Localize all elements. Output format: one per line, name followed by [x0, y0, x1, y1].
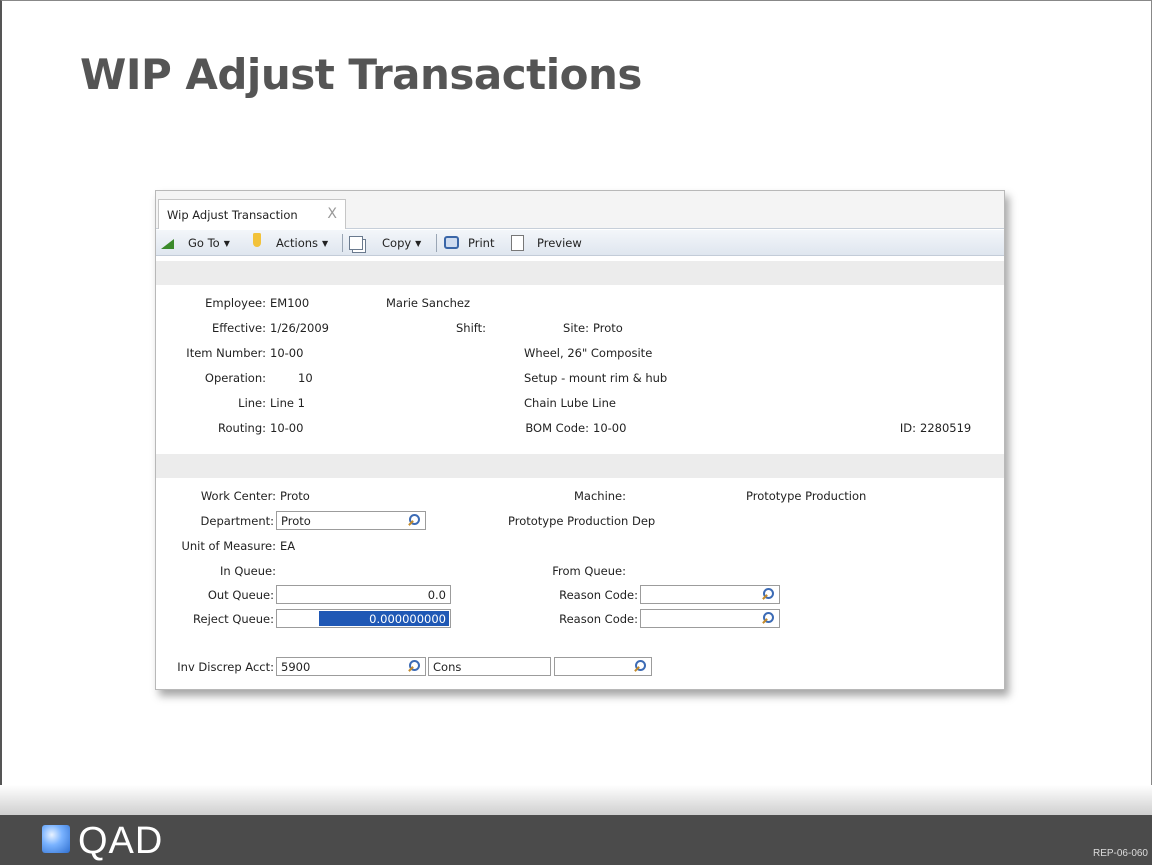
- chevron-down-icon: ▼: [223, 239, 230, 248]
- reason-code-label: Reason Code:: [559, 588, 638, 602]
- go-to-icon: [161, 239, 174, 249]
- search-icon[interactable]: [633, 659, 647, 673]
- qad-logo-icon: [42, 825, 70, 853]
- employee-name: Marie Sanchez: [386, 296, 470, 310]
- print-icon: [444, 236, 459, 249]
- inv-discrep-sub-value: Cons: [433, 660, 462, 674]
- shift-label: Shift:: [455, 321, 486, 335]
- slide-reference: REP-06-060: [1092, 848, 1148, 859]
- tab-label: Wip Adjust Transaction: [167, 208, 298, 222]
- qad-logo-text: QAD: [78, 820, 164, 862]
- print-button[interactable]: Print: [468, 236, 494, 250]
- inv-discrep-acct-value: 5900: [281, 660, 311, 674]
- header-band: [156, 261, 1004, 285]
- preview-icon: [511, 235, 524, 251]
- wip-adjust-window: Wip Adjust Transaction X Go To ▼ Actions ▼…: [155, 190, 1005, 690]
- actions-icon: [253, 233, 261, 247]
- tab-wip-adjust-transaction[interactable]: Wip Adjust Transaction X: [158, 199, 346, 229]
- go-to-label: Go To: [188, 236, 220, 250]
- search-icon[interactable]: [407, 659, 421, 673]
- inv-discrep-sub-field[interactable]: Cons: [428, 657, 551, 676]
- copy-button[interactable]: Copy ▼: [382, 236, 421, 250]
- work-center-label: Work Center:: [200, 489, 276, 503]
- reason-code-field-2[interactable]: [640, 609, 780, 628]
- close-icon[interactable]: X: [327, 206, 337, 222]
- id-label: ID:: [899, 421, 916, 435]
- toolbar-separator: [342, 234, 343, 252]
- machine-description: Prototype Production: [746, 489, 867, 503]
- chevron-down-icon: ▼: [322, 239, 329, 248]
- site-value: Proto: [593, 321, 623, 335]
- reject-queue-field[interactable]: 0.000000000: [276, 609, 451, 628]
- out-queue-label: Out Queue:: [207, 588, 274, 602]
- employee-value: EM100: [270, 296, 310, 310]
- unit-of-measure-value: EA: [280, 539, 296, 553]
- out-queue-value: 0.0: [427, 588, 446, 602]
- employee-label: Employee:: [205, 296, 266, 310]
- detail-band: [156, 454, 1004, 478]
- footer-bar: QAD REP-06-060: [0, 815, 1152, 865]
- inv-discrep-acct-label: Inv Discrep Acct:: [177, 660, 274, 674]
- search-icon[interactable]: [407, 513, 421, 527]
- toolbar-separator: [436, 234, 437, 252]
- site-label: Site:: [563, 321, 589, 335]
- out-queue-field[interactable]: 0.0: [276, 585, 451, 604]
- id-value: 2280519: [920, 421, 972, 435]
- from-queue-label: From Queue:: [552, 564, 626, 578]
- inv-discrep-acct-field[interactable]: 5900: [276, 657, 426, 676]
- department-label: Department:: [200, 514, 274, 528]
- item-number-value: 10-00: [270, 346, 304, 360]
- bom-code-value: 10-00: [593, 421, 627, 435]
- routing-label: Routing:: [218, 421, 266, 435]
- effective-value: 1/26/2009: [270, 321, 329, 335]
- footer-gradient: [0, 785, 1152, 815]
- reject-queue-value: 0.000000000: [319, 611, 449, 626]
- copy-icon: [349, 236, 363, 250]
- machine-label: Machine:: [573, 489, 626, 503]
- line-description: Chain Lube Line: [524, 396, 616, 410]
- actions-button[interactable]: Actions ▼: [276, 236, 328, 250]
- unit-of-measure-label: Unit of Measure:: [181, 539, 276, 553]
- slide-title: WIP Adjust Transactions: [80, 50, 642, 99]
- in-queue-label: In Queue:: [220, 564, 276, 578]
- department-description: Prototype Production Dep: [508, 514, 656, 528]
- bom-code-label: BOM Code:: [525, 421, 589, 435]
- chevron-down-icon: ▼: [415, 239, 422, 248]
- toolbar: Go To ▼ Actions ▼ Copy ▼ Print Preview: [156, 230, 1004, 256]
- search-icon[interactable]: [761, 587, 775, 601]
- preview-button[interactable]: Preview: [537, 236, 582, 250]
- line-value: Line 1: [270, 396, 305, 410]
- operation-label: Operation:: [204, 371, 266, 385]
- routing-value: 10-00: [270, 421, 304, 435]
- reject-queue-label: Reject Queue:: [193, 612, 274, 626]
- item-number-label: Item Number:: [186, 346, 266, 360]
- work-center-value: Proto: [280, 489, 310, 503]
- inv-discrep-cc-field[interactable]: [554, 657, 652, 676]
- search-icon[interactable]: [761, 611, 775, 625]
- operation-description: Setup - mount rim & hub: [524, 371, 668, 385]
- effective-label: Effective:: [211, 321, 266, 335]
- go-to-button[interactable]: Go To ▼: [188, 236, 230, 250]
- copy-label: Copy: [382, 236, 412, 250]
- reason-code-label-2: Reason Code:: [559, 612, 638, 626]
- department-value: Proto: [281, 514, 311, 528]
- operation-value: 10: [298, 371, 313, 385]
- reason-code-field[interactable]: [640, 585, 780, 604]
- item-description: Wheel, 26" Composite: [524, 346, 653, 360]
- tab-strip: Wip Adjust Transaction X: [156, 191, 1004, 229]
- line-label: Line:: [238, 396, 266, 410]
- actions-label: Actions: [276, 236, 319, 250]
- department-field[interactable]: Proto: [276, 511, 426, 530]
